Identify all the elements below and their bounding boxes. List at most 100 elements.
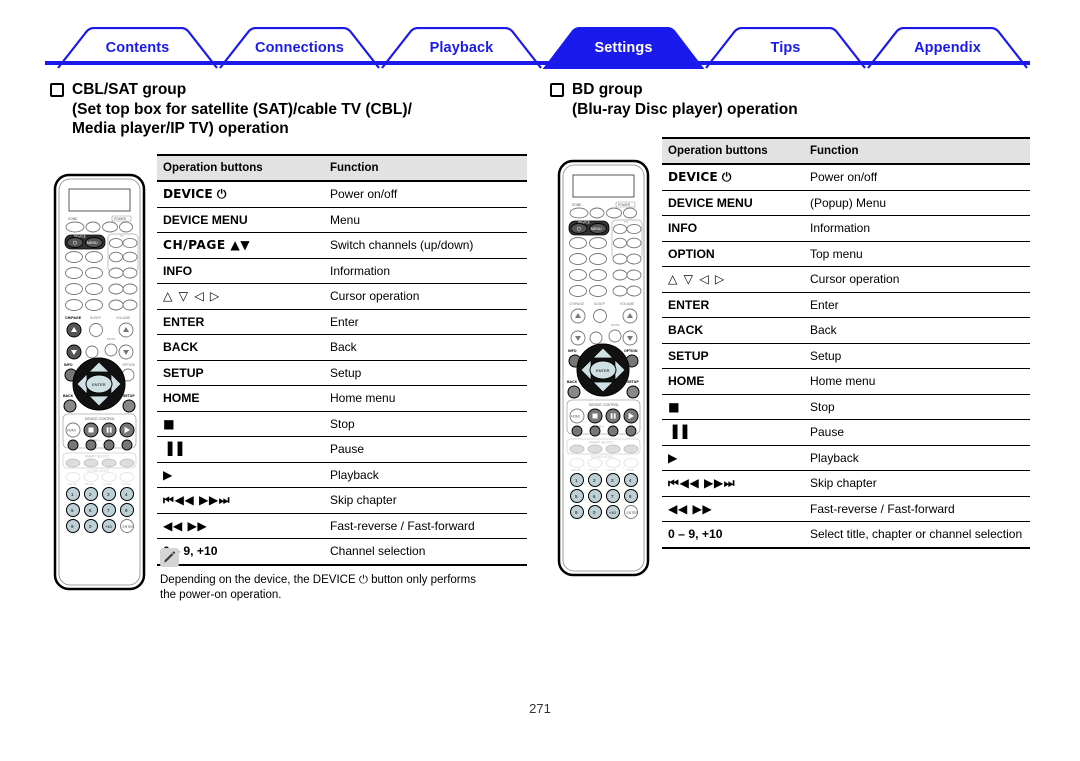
left-section-heading: CBL/SAT group (Set top box for satellite… [50,80,530,139]
table-row: ◀◀ ▶▶ Fast-reverse / Fast-forward [662,496,1030,522]
cell-function: Home menu [324,385,527,412]
tab-label: Settings [594,40,653,56]
svg-text:⏻: ⏻ [577,227,581,233]
table-row: CH/PAGE ▲▼ Switch channels (up/down) [157,232,527,259]
tab-label: Tips [770,40,801,56]
table-row: ■ Stop [157,411,527,437]
cell-function: Back [804,317,1030,344]
svg-text:VOLUME: VOLUME [116,316,131,320]
cell-function: Pause [804,419,1030,446]
svg-text:+10: +10 [105,524,113,529]
svg-text:VOLUME: VOLUME [620,302,635,306]
cell-button: ▶ [662,445,804,471]
table-row: HOME Home menu [157,385,527,412]
cbl-sat-operation-table: Operation buttons Function DEVICE ⏻ Power… [157,154,527,566]
cell-function: Skip chapter [804,470,1030,497]
svg-text:MOVIE: MOVIE [67,482,77,486]
svg-text:PURE: PURE [626,468,634,472]
skip-back-button [67,439,79,451]
cell-function: Fast-reverse / Fast-forward [324,513,527,539]
cell-function: Home menu [804,368,1030,395]
cell-button: INFO [157,258,324,284]
svg-text:PURE: PURE [122,482,130,486]
cell-function: Power on/off [324,181,527,208]
svg-text:MENU: MENU [87,241,98,245]
cell-function: Stop [804,394,1030,420]
column-header-operation-buttons: Operation buttons [662,137,804,165]
cell-button: SETUP [157,360,324,386]
svg-text:CH/PAGE: CH/PAGE [65,316,82,320]
table-row: DEVICE MENU (Popup) Menu [662,190,1030,216]
svg-text:ENTER: ENTER [596,368,610,373]
svg-text:SETUP: SETUP [627,380,639,384]
svg-text:MENU: MENU [591,227,602,231]
cell-button: ENTER [662,292,804,318]
note-line: the power-on operation. [160,589,282,601]
table-row: DEVICE ⏻ Power on/off [662,164,1030,191]
cell-button: DEVICE ⏻ [157,181,324,208]
table-row: ▐▐ Pause [157,436,527,463]
svg-text:SMART SELECT: SMART SELECT [589,441,613,445]
cell-button: △ ▽ ◁ ▷ [662,266,804,293]
pencil-icon [160,548,179,567]
table-row: ▐▐ Pause [662,419,1030,446]
svg-text:HDMI: HDMI [67,429,76,433]
cell-button: DEVICE MENU [662,190,804,216]
cell-function: Fast-reverse / Fast-forward [804,496,1030,522]
cell-button: OPTION [662,241,804,267]
cell-function: Information [804,215,1030,242]
bd-operation-table: Operation buttons Function DEVICE ⏻ Power… [662,137,1030,549]
pause-button [101,422,117,438]
table-row: OPTION Top menu [662,241,1030,267]
table-row: BACK Back [157,334,527,361]
table-row: HOME Home menu [662,368,1030,395]
cell-button: ◀◀ ▶▶ [662,496,804,522]
cell-button: ⏮◀◀ ▶▶⏭ [157,487,324,514]
column-header-operation-buttons: Operation buttons [157,154,324,182]
fast-forward-button [103,439,115,451]
table-row: SETUP Setup [662,343,1030,369]
cell-function: Playback [324,462,527,488]
cell-function: Setup [324,360,527,386]
cell-button: ▶ [157,462,324,488]
back-button [567,385,581,399]
tab-bar-underline [45,61,1030,65]
svg-text:OPTION: OPTION [624,349,638,353]
heading-line: (Blu-ray Disc player) operation [572,100,798,118]
cell-button: SETUP [662,343,804,369]
tab-label: Connections [255,40,344,56]
table-row: ENTER Enter [157,309,527,335]
svg-text:SMART SELECT: SMART SELECT [85,455,109,459]
table-row: ▶ Playback [157,462,527,488]
svg-text:ZONE: ZONE [68,217,78,221]
cell-function: Select title, chapter or channel selecti… [804,521,1030,549]
table-row: ENTER Enter [662,292,1030,318]
cell-function: Enter [804,292,1030,318]
table-row: ⏮◀◀ ▶▶⏭ Skip chapter [157,487,527,514]
svg-text:BACK: BACK [567,380,578,384]
svg-text:INFO: INFO [568,349,577,353]
heading-line: Media player/IP TV) operation [72,120,289,137]
cell-function: Cursor operation [324,283,527,310]
cell-function: Playback [804,445,1030,471]
cell-function: Back [324,334,527,361]
cell-button: INFO [662,215,804,242]
svg-text:SLEEP: SLEEP [90,316,102,320]
table-row: ▶ Playback [662,445,1030,471]
cell-function: Cursor operation [804,266,1030,293]
setup-button [626,385,640,399]
table-row: BACK Back [662,317,1030,344]
svg-text:HDMI: HDMI [571,415,580,419]
tab-label: Playback [429,40,494,56]
svg-text:MUSIC: MUSIC [589,468,600,472]
svg-text:POWER: POWER [618,203,631,207]
table-row: DEVICE MENU Menu [157,207,527,233]
svg-text:ENTER: ENTER [627,511,639,515]
cell-function: Power on/off [804,164,1030,191]
svg-text:+10: +10 [609,510,617,515]
svg-text:BACK: BACK [63,394,74,398]
back-button [63,399,77,413]
cell-button: DEVICE MENU [157,207,324,233]
cell-function: Setup [804,343,1030,369]
svg-text:DEVICE CONTROL: DEVICE CONTROL [589,403,619,407]
